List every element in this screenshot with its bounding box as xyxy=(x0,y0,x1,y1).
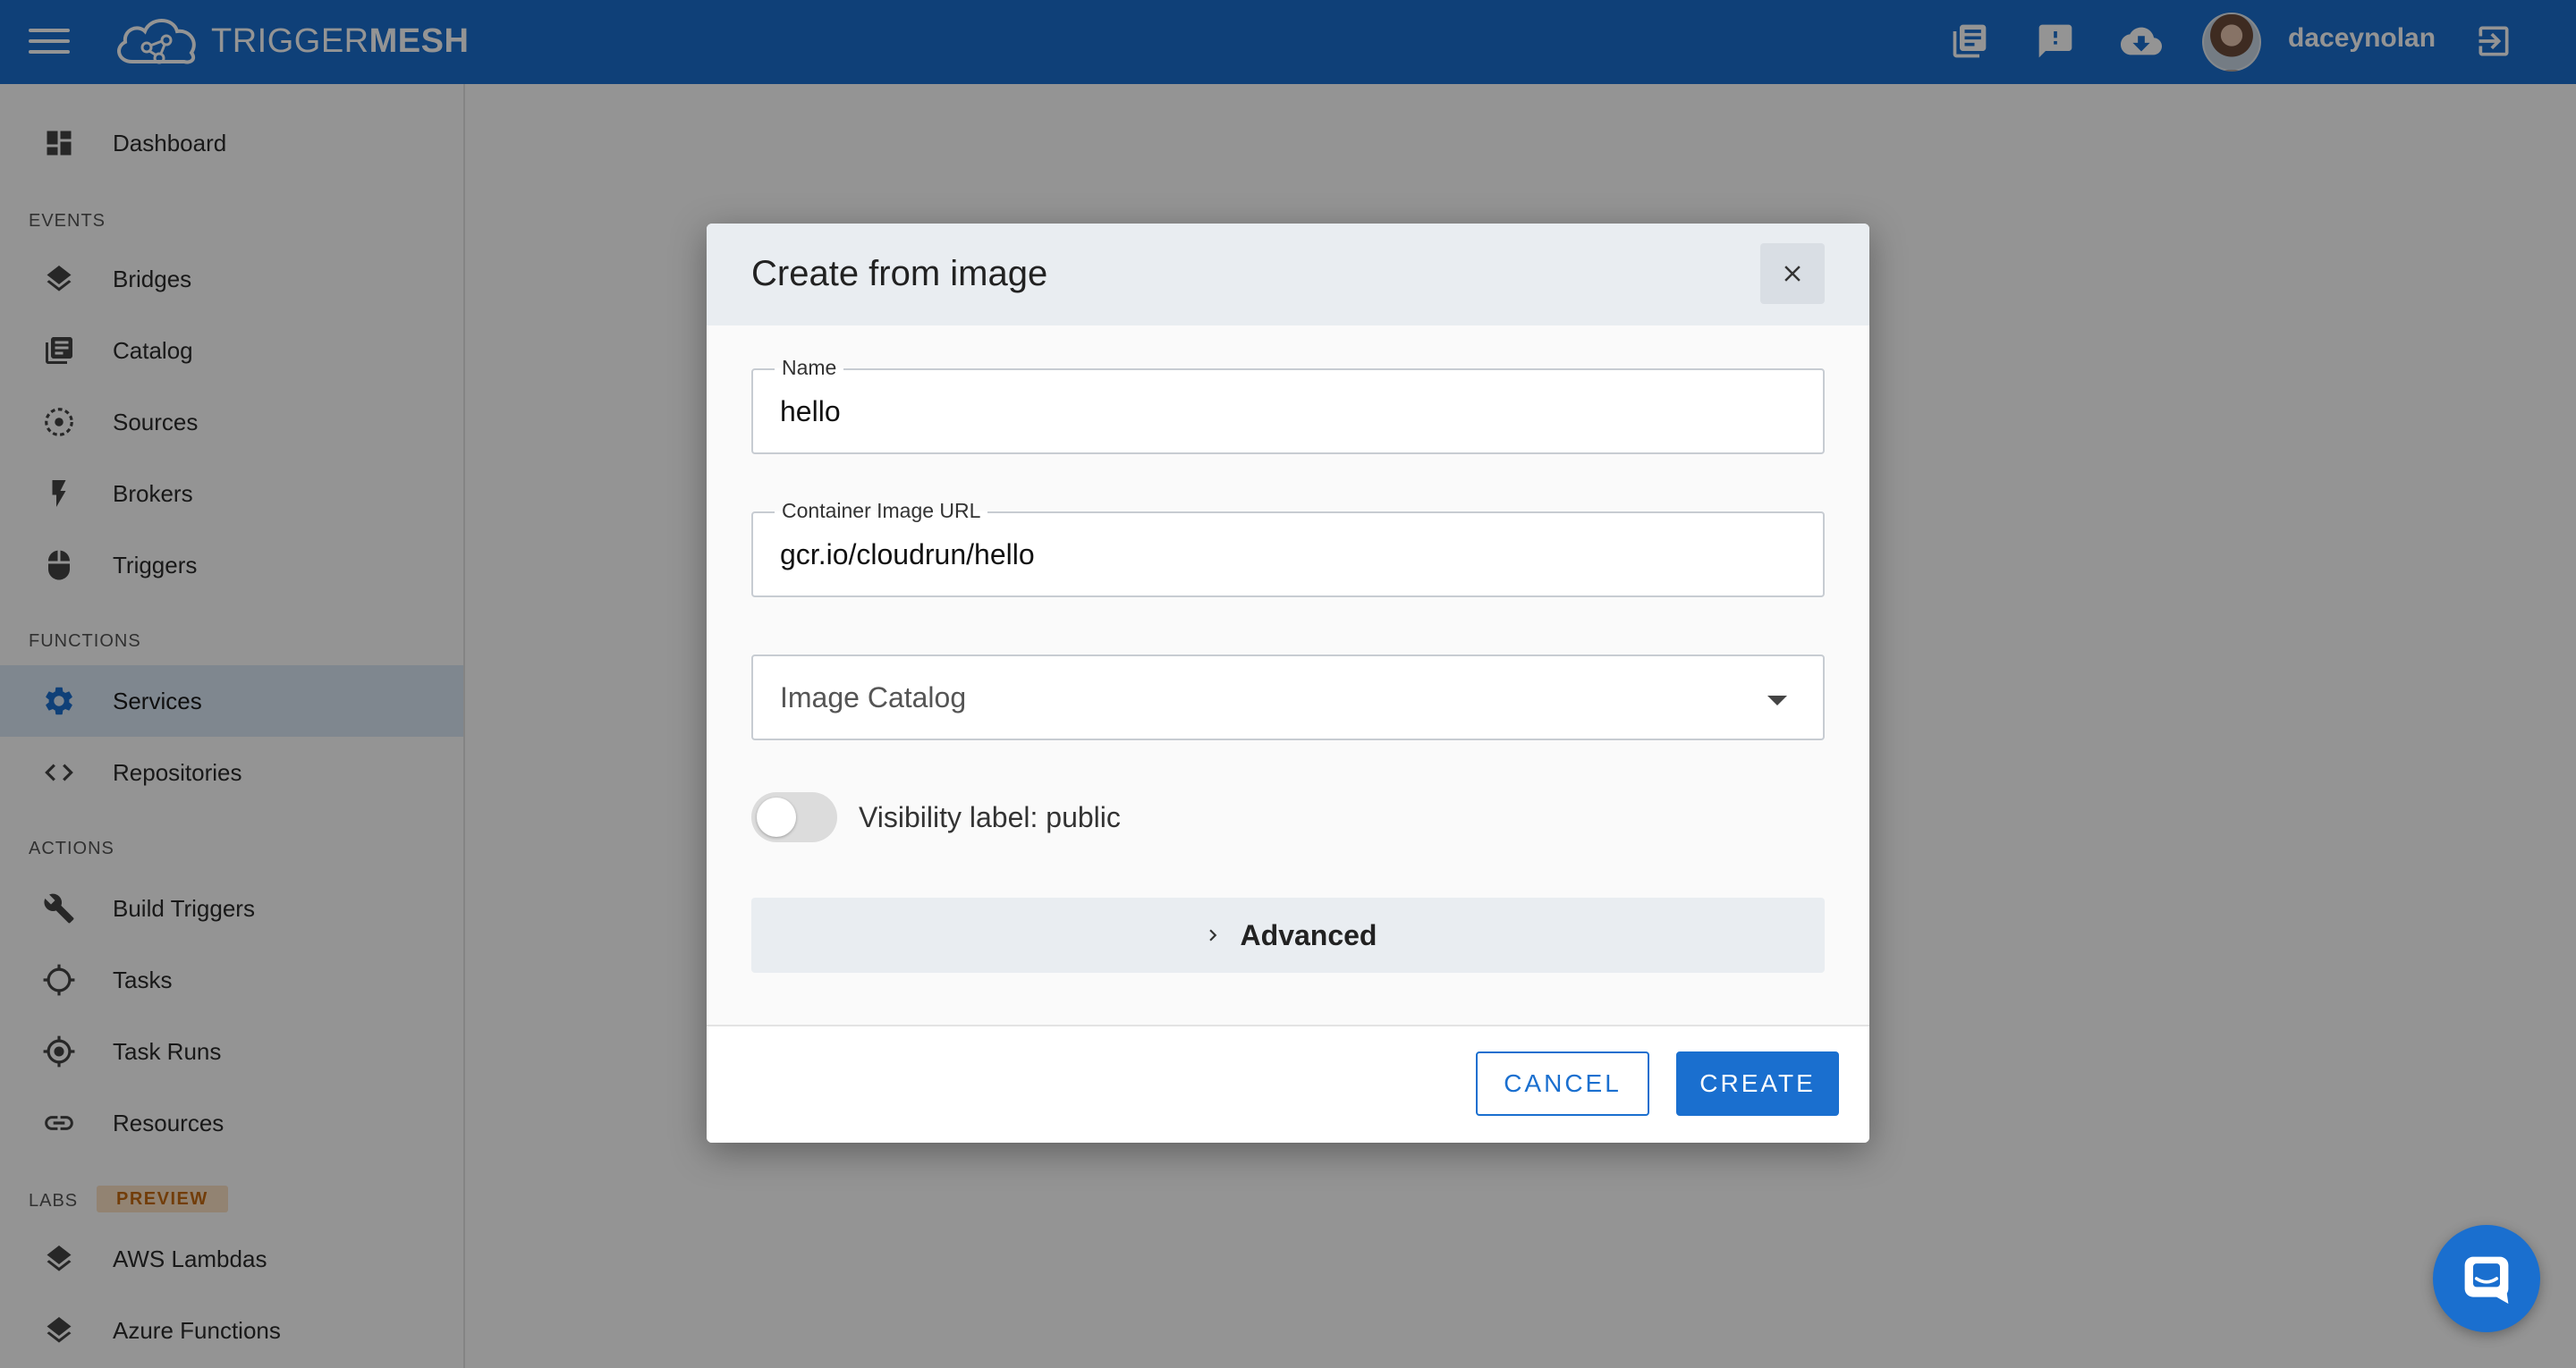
advanced-label: Advanced xyxy=(1240,918,1377,951)
chevron-right-icon xyxy=(1199,922,1226,949)
create-from-image-dialog: Create from image Name Container Image U… xyxy=(707,224,1869,1143)
image-catalog-placeholder: Image Catalog xyxy=(780,681,967,714)
create-button[interactable]: CREATE xyxy=(1676,1051,1839,1116)
toggle-knob xyxy=(757,798,796,837)
cancel-button[interactable]: CANCEL xyxy=(1476,1051,1649,1116)
close-button[interactable] xyxy=(1760,243,1825,304)
visibility-toggle[interactable] xyxy=(751,792,837,842)
dialog-footer: CANCEL CREATE xyxy=(707,1025,1869,1143)
image-catalog-select[interactable]: Image Catalog xyxy=(751,654,1825,740)
chat-icon xyxy=(2464,1256,2509,1305)
close-icon xyxy=(1784,266,1801,282)
dialog-header: Create from image xyxy=(707,224,1869,325)
image-url-input[interactable] xyxy=(780,538,1764,571)
dialog-title: Create from image xyxy=(751,254,1048,293)
name-input[interactable] xyxy=(780,395,1764,428)
chat-launcher-button[interactable] xyxy=(2433,1225,2540,1332)
image-url-field[interactable]: Container Image URL xyxy=(751,499,1825,597)
name-field-label: Name xyxy=(775,356,844,380)
visibility-toggle-label: Visibility label: public xyxy=(859,801,1121,833)
chevron-down-icon xyxy=(1767,696,1787,705)
name-field[interactable]: Name xyxy=(751,356,1825,454)
image-url-field-label: Container Image URL xyxy=(775,499,988,523)
advanced-expander[interactable]: Advanced xyxy=(751,898,1825,973)
